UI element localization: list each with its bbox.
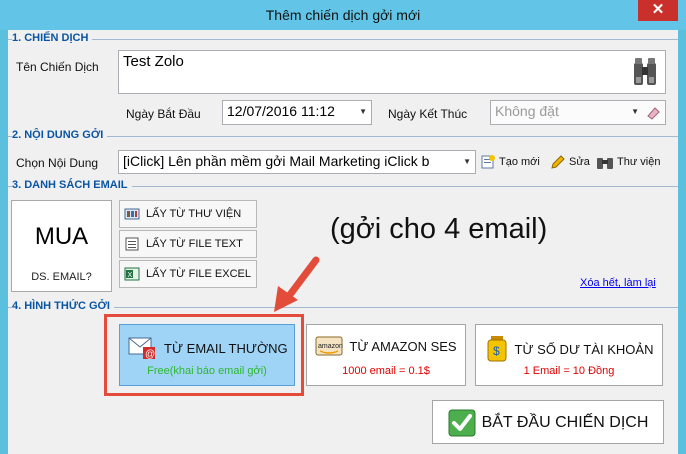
from-library-label: LẤY TỪ THƯ VIỆN <box>146 208 242 220</box>
account-balance-subtitle: 1 Email = 10 Đồng <box>523 365 615 377</box>
edit-content-label: Sửa <box>569 156 590 168</box>
selection-highlight-annotation <box>104 314 304 396</box>
buy-email-list-button[interactable]: MUA DS. EMAIL? <box>11 200 112 292</box>
svg-text:X: X <box>128 272 133 279</box>
end-date-value: Không đặt <box>495 103 559 119</box>
section-divider <box>8 136 678 137</box>
content-select[interactable]: [iClick] Lên phần mềm gởi Mail Marketing… <box>118 150 476 174</box>
section-send-method-label: 4. HÌNH THỨC GỞI <box>12 300 114 312</box>
start-campaign-button[interactable]: BẮT ĐẦU CHIẾN DỊCH <box>432 400 664 444</box>
section-content-label: 2. NỘI DUNG GỞI <box>12 129 108 141</box>
svg-text:amazon: amazon <box>318 343 343 350</box>
content-library-button[interactable]: Thư viện <box>596 154 660 170</box>
end-date-label: Ngày Kết Thúc <box>388 107 468 121</box>
section-campaign-label: 1. CHIẾN DỊCH <box>12 32 93 44</box>
checkmark-icon <box>448 409 476 437</box>
start-campaign-label: BẮT ĐẦU CHIẾN DỊCH <box>481 414 649 431</box>
new-content-label: Tạo mới <box>499 156 540 168</box>
close-button[interactable]: ✕ <box>638 0 678 21</box>
campaign-name-input[interactable]: Test Zolo <box>118 50 666 94</box>
new-content-button[interactable]: Tạo mới <box>480 154 540 170</box>
money-jar-icon: $ <box>487 336 506 362</box>
svg-text:$: $ <box>493 344 500 358</box>
section-divider <box>8 39 678 40</box>
excel-icon: X <box>124 267 140 281</box>
chevron-down-icon: ▼ <box>461 157 471 166</box>
start-date-label: Ngày Bắt Đầu <box>126 107 201 121</box>
content-value: [iClick] Lên phần mềm gởi Mail Marketing… <box>123 153 430 169</box>
from-text-file-label: LẤY TỪ FILE TEXT <box>146 238 243 250</box>
campaign-name-label: Tên Chiến Dịch <box>16 60 99 74</box>
text-file-icon <box>125 237 139 251</box>
send-from-account-balance-button[interactable]: $ TỪ SỐ DƯ TÀI KHOẢN 1 Email = 10 Đồng <box>475 324 663 386</box>
edit-content-button[interactable]: Sửa <box>550 154 590 170</box>
amazon-ses-title: TỪ AMAZON SES <box>349 338 457 354</box>
library-binoculars-icon <box>597 158 613 169</box>
from-excel-file-button[interactable]: X LẤY TỪ FILE EXCEL <box>119 260 257 288</box>
from-excel-file-label: LẤY TỪ FILE EXCEL <box>146 268 251 280</box>
buy-title: MUA <box>34 223 89 250</box>
section-email-list-label: 3. DANH SÁCH EMAIL <box>12 179 132 191</box>
amazon-ses-subtitle: 1000 email = 0.1$ <box>342 365 430 377</box>
eraser-icon[interactable] <box>645 105 661 121</box>
binoculars-icon[interactable] <box>631 57 659 87</box>
end-date-picker[interactable]: Không đặt ▼ <box>490 100 666 125</box>
pencil-icon <box>551 155 565 169</box>
campaign-name-value: Test Zolo <box>123 53 184 70</box>
title-bar: Thêm chiến dịch gởi mới ✕ <box>0 0 686 30</box>
content-library-label: Thư viện <box>617 156 661 168</box>
from-library-button[interactable]: LẤY TỪ THƯ VIỆN <box>119 200 257 228</box>
buy-subtitle: DS. EMAIL? <box>31 271 92 283</box>
arrow-annotation-icon <box>274 256 320 312</box>
from-text-file-button[interactable]: LẤY TỪ FILE TEXT <box>119 230 257 258</box>
chevron-down-icon: ▼ <box>359 107 367 116</box>
account-balance-title: TỪ SỐ DƯ TÀI KHOẢN <box>514 341 654 357</box>
library-icon <box>124 208 140 220</box>
start-date-value: 12/07/2016 11:12 <box>227 103 335 119</box>
send-from-amazon-ses-button[interactable]: amazon TỪ AMAZON SES 1000 email = 0.1$ <box>306 324 466 386</box>
new-document-icon <box>481 155 495 169</box>
chevron-down-icon: ▼ <box>631 107 639 116</box>
dialog-body: 1. CHIẾN DỊCH Tên Chiến Dịch Test Zolo N… <box>8 30 678 454</box>
start-date-picker[interactable]: 12/07/2016 11:12 ▼ <box>222 100 372 125</box>
email-count-note: (gởi cho 4 email) <box>330 213 548 245</box>
content-label: Chọn Nội Dung <box>16 156 99 170</box>
clear-all-link[interactable]: Xóa hết, làm lại <box>580 277 656 289</box>
amazon-icon: amazon <box>315 336 343 356</box>
window-title: Thêm chiến dịch gởi mới <box>265 7 421 23</box>
